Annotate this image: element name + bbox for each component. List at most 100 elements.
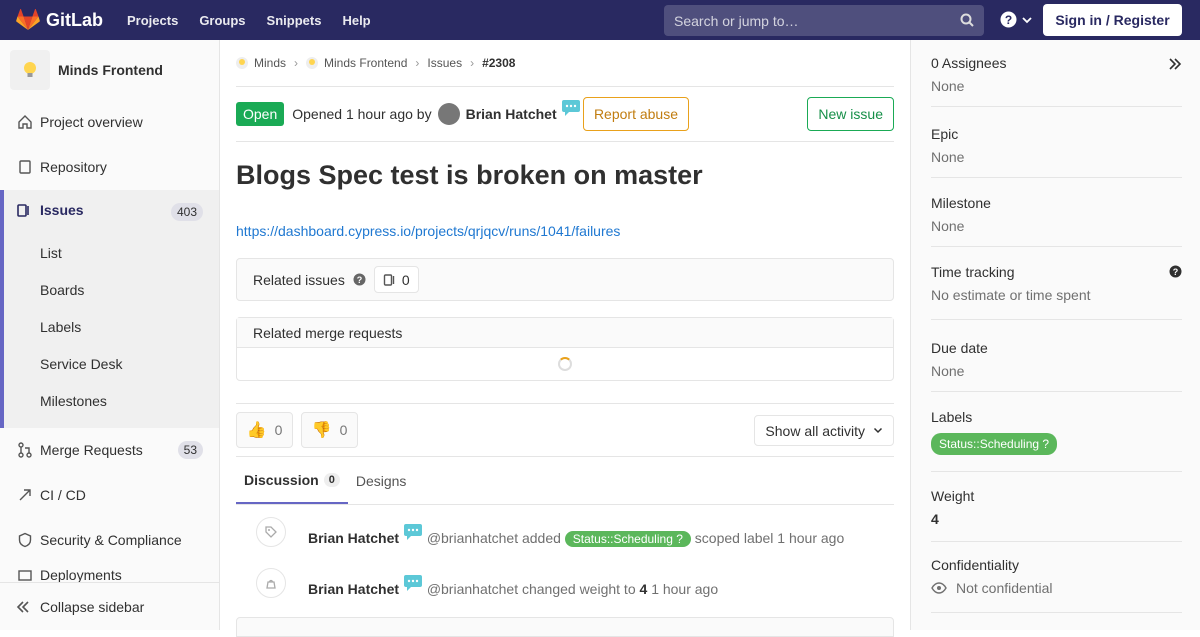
top-navbar: GitLab Projects Groups Snippets Help Sea… (0, 0, 1200, 40)
shield-icon (16, 531, 34, 549)
due-date-value: None (931, 363, 965, 379)
note-suffix: scoped label 1 hour ago (694, 530, 845, 546)
issue-title: Blogs Spec test is broken on master (236, 160, 703, 190)
merge-request-icon (16, 441, 34, 459)
thumbs-down-count: 0 (339, 422, 348, 438)
issue-author[interactable]: Brian Hatchet (466, 106, 557, 122)
chevron-right-icon: › (470, 56, 475, 70)
breadcrumb: Minds › Minds Frontend › Issues › #2308 (236, 40, 894, 87)
activity-filter-dropdown[interactable]: Show all activity (754, 415, 894, 446)
confidentiality-title: Confidentiality (931, 557, 1019, 573)
project-name: Minds Frontend (58, 62, 163, 78)
thumbs-down-button[interactable]: 👎 0 (301, 412, 358, 448)
sidebar-item-overview[interactable]: Project overview (0, 102, 219, 142)
search-input[interactable]: Search or jump to… (664, 5, 984, 36)
nav-help[interactable]: Help (342, 13, 370, 28)
tab-designs[interactable]: Designs (348, 457, 415, 504)
activity-filter-label: Show all activity (765, 422, 865, 439)
epic-block: Epic None (931, 126, 1182, 178)
sidebar-item-repository[interactable]: Repository (0, 147, 219, 187)
time-tracking-title: Time tracking (931, 264, 1015, 280)
sidebar-item-issues[interactable]: Issues (16, 202, 84, 218)
nav-snippets[interactable]: Snippets (267, 13, 322, 28)
sidebar-subitem-boards[interactable]: Boards (40, 282, 84, 298)
tag-icon (256, 517, 286, 547)
new-issue-button[interactable]: New issue (807, 97, 894, 131)
crumb-minds[interactable]: Minds › (236, 56, 306, 70)
nav-groups[interactable]: Groups (199, 13, 245, 28)
sidebar-subitem-service-desk[interactable]: Service Desk (40, 356, 122, 372)
gitlab-logo[interactable]: GitLab (16, 9, 103, 31)
sidebar-item-label: Issues (40, 202, 84, 218)
labels-title: Labels (931, 409, 973, 425)
issue-header: Open Opened 1 hour ago by Brian Hatchet … (236, 87, 894, 142)
project-avatar (10, 50, 50, 90)
comment-form[interactable] (236, 617, 894, 637)
rocket-icon (16, 486, 34, 504)
milestone-value: None (931, 218, 965, 234)
thumbs-up-count: 0 (274, 422, 283, 438)
crumb-project[interactable]: Minds Frontend › (306, 56, 427, 70)
sidebar-item-label: Merge Requests (40, 442, 143, 458)
collapse-label: Collapse sidebar (40, 598, 145, 615)
sidebar-item-cicd[interactable]: CI / CD (0, 475, 219, 515)
confidentiality-value: Not confidential (956, 580, 1053, 596)
svg-text:?: ? (357, 275, 363, 285)
sidebar-subitem-labels[interactable]: Labels (40, 319, 81, 335)
book-icon (16, 158, 34, 176)
note-author[interactable]: Brian Hatchet (308, 530, 399, 546)
crumb-issues[interactable]: Issues › (427, 56, 482, 70)
question-icon: ? (1042, 437, 1050, 451)
sidebar-item-security[interactable]: Security & Compliance (0, 520, 219, 560)
chevron-double-left-icon (16, 600, 34, 614)
scoped-label[interactable]: Status::Scheduling ? (564, 531, 691, 547)
related-issues-title: Related issues (253, 271, 345, 288)
home-icon (16, 113, 34, 131)
report-abuse-button[interactable]: Report abuse (582, 97, 689, 131)
right-sidebar: 0 Assignees None Epic None Milestone Non… (910, 40, 1200, 630)
milestone-block: Milestone None (931, 195, 1182, 247)
thumbs-down-icon: 👎 (311, 422, 332, 439)
tabs: Discussion 0 Designs (236, 457, 894, 505)
collapse-sidebar-button[interactable]: Collapse sidebar (0, 582, 219, 630)
thumbs-up-icon: 👍 (246, 422, 267, 439)
sidebar-item-merge-requests[interactable]: Merge Requests 53 (0, 430, 219, 470)
nav-projects[interactable]: Projects (127, 13, 178, 28)
sidebar-item-label: Deployments (40, 567, 122, 583)
project-header[interactable]: Minds Frontend (0, 40, 219, 100)
help-dropdown[interactable]: ? (1000, 11, 1033, 28)
related-issues-count-chip[interactable]: 0 (373, 266, 419, 293)
question-icon[interactable]: ? (1169, 265, 1182, 278)
chevron-right-icon: › (294, 56, 299, 70)
note-author[interactable]: Brian Hatchet (308, 581, 399, 597)
avatar[interactable] (437, 103, 460, 125)
milestone-title: Milestone (931, 195, 991, 211)
question-icon[interactable]: ? (353, 273, 366, 286)
system-note: Brian Hatchet @brianhatchet changed weig… (236, 562, 894, 602)
epic-title: Epic (931, 126, 959, 142)
sidebar-item-label: Security & Compliance (40, 532, 182, 548)
chevron-right-icon: › (415, 56, 420, 70)
sidebar-subitem-list[interactable]: List (40, 245, 62, 261)
assignees-block: 0 Assignees None (931, 55, 1182, 107)
scoped-label[interactable]: Status::Scheduling ? (931, 433, 1058, 455)
thumbs-up-button[interactable]: 👍 0 (236, 412, 293, 448)
note-handle: @brianhatchet added (426, 530, 561, 546)
weight-title: Weight (931, 488, 975, 504)
svg-text:?: ? (1173, 267, 1179, 277)
label-text: Status::Scheduling (939, 437, 1040, 451)
tab-discussion[interactable]: Discussion 0 (236, 457, 348, 504)
sidebar-subitem-milestones[interactable]: Milestones (40, 393, 107, 409)
award-bar: 👍 0 👎 0 Show all activity (236, 403, 894, 457)
sidebar-item-label: Project overview (40, 114, 143, 130)
loading-spinner-icon (558, 357, 572, 371)
note-suffix: 1 hour ago (651, 581, 719, 597)
chevron-double-right-icon[interactable] (1168, 57, 1182, 71)
signin-button[interactable]: Sign in / Register (1043, 4, 1182, 36)
description-link[interactable]: https://dashboard.cypress.io/projects/qr… (236, 223, 894, 239)
svg-text:?: ? (1005, 13, 1012, 27)
chevron-down-icon (1022, 16, 1032, 23)
status-badge: Open (236, 102, 285, 126)
weight-block: Weight 4 (931, 488, 1182, 542)
crumb-issue-id[interactable]: #2308 (482, 56, 515, 70)
